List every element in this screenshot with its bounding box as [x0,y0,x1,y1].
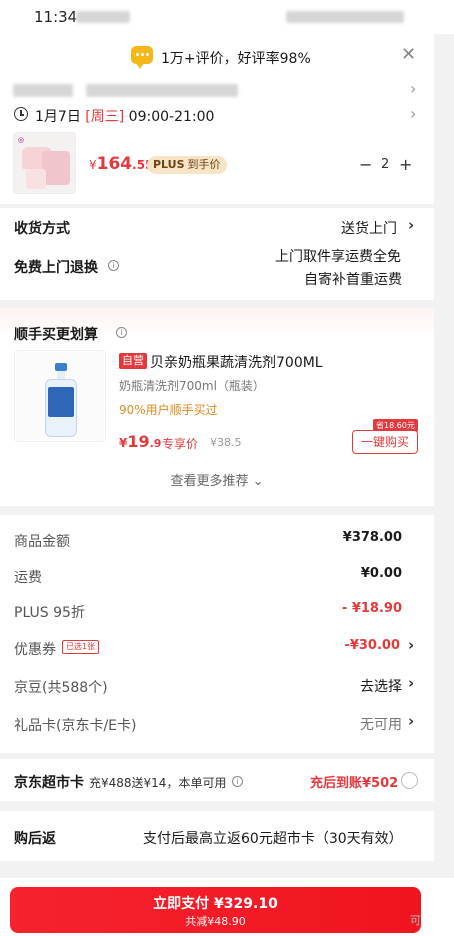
cashback-label: 购后返 [14,831,56,847]
pay-discount-label: 共减¥48.90 [185,915,246,928]
exclusive-price-tag: 专享价 [162,437,199,451]
rec-price-integer: 19 [127,432,150,451]
supermarket-card-title: 京东超市卡 [14,775,84,791]
gift-card-label: 礼品卡(京东卡/E卡) [14,718,137,734]
plus-discount-value: - ¥18.90 [341,601,402,616]
plus-price-badge: PLUS 到手价 [147,156,227,174]
shipping-card: 收货方式 送货上门 › 免费上门退换 i 上门取件享运费全免 自寄补首重运费 [0,208,434,300]
chat-bubble-icon [131,46,153,69]
pay-now-label: 立即支付 ¥329.10 [153,896,278,912]
price-currency: ¥ [89,158,97,172]
goods-amount-label: 商品金额 [14,534,70,550]
pay-now-button[interactable]: 立即支付 ¥329.10 共减¥48.90 [10,887,421,933]
jd-bean-value[interactable]: 去选择 [360,676,402,696]
original-price: ¥38.5 [210,436,242,449]
price-summary-card: 商品金额 ¥378.00 运费 ¥0.00 PLUS 95折 - ¥18.90 … [0,515,434,753]
self-operated-tag: 自营 [119,353,147,369]
supermarket-card-row: 京东超市卡 充¥488送¥14，本单可用 i 充后到账¥502 [0,759,434,801]
recommend-product-name[interactable]: 贝亲奶瓶果蔬清洗剂700ML [150,352,323,372]
review-toast: 1万+评价，好评率98% ✕ [0,34,434,78]
free-return-line2: 自寄补首重运费 [304,272,402,288]
cashback-text: 支付后最高立返60元超市卡（30天有效） [143,831,403,847]
one-click-buy-button[interactable]: 一键购买 [352,430,418,454]
plus-label: PLUS [153,158,185,171]
supermarket-radio[interactable] [401,772,418,789]
gift-card-value[interactable]: 无可用 [360,714,402,734]
gift-card-chevron-icon[interactable]: › [408,712,414,730]
plus-discount-label: PLUS 95折 [14,605,85,621]
quantity-plus-button[interactable]: + [399,155,412,174]
recommend-info-icon[interactable]: i [116,327,127,338]
free-return-label: 免费上门退换 [14,260,98,276]
address-name-blurred [13,84,73,97]
delivery-time[interactable]: 1月7日 [周三] 09:00-21:00 [35,106,214,126]
supermarket-card-desc: 充¥488送¥14，本单可用 [89,776,227,790]
coupon-value[interactable]: -¥30.00 [344,638,400,653]
delivery-weekday: [周三] [85,109,125,125]
coupon-chevron-icon[interactable]: › [408,636,414,654]
price-integer: 164 [96,154,133,174]
product-price: ¥164.55 [89,154,153,174]
shipping-chevron-icon[interactable]: › [408,216,414,234]
coupon-selected-tag: 已选1张 [62,640,100,654]
recommend-price: ¥19.9 [119,432,161,451]
status-blur-right [286,11,404,23]
info-icon[interactable]: i [108,260,119,271]
recommend-card: 顺手买更划算 i 自营 贝亲奶瓶果蔬清洗剂700ML 奶瓶清洗剂700ml（瓶装… [0,308,434,506]
recommend-product-spec: 奶瓶清洗剂700ml（瓶装） [119,379,265,393]
plus-text: 到手价 [187,158,221,171]
goods-amount-value: ¥378.00 [342,530,402,545]
chevron-down-icon: ⌄ [248,474,264,489]
side-hint-text: 可 [410,914,421,927]
status-time: 11:34 [34,8,78,26]
shipping-method-value[interactable]: 送货上门 [341,218,397,238]
delivery-hours: 09:00-21:00 [128,109,215,125]
freight-label: 运费 [14,570,42,586]
shipping-method-label: 收货方式 [14,221,70,237]
address-chevron-icon[interactable]: › [410,79,416,98]
close-icon[interactable]: ✕ [401,44,416,65]
cashback-row: 购后返 支付后最高立返60元超市卡（30天有效） [0,811,434,861]
delivery-date: 1月7日 [35,109,81,125]
freight-value: ¥0.00 [360,566,402,581]
free-return-line1: 上门取件享运费全免 [275,249,401,265]
recommend-title: 顺手买更划算 [14,327,98,343]
rec-price-decimal: .9 [149,437,162,450]
footer-bar: 立即支付 ¥329.10 共减¥48.90 可 [0,878,454,936]
supermarket-info-icon[interactable]: i [232,776,243,787]
quantity-value[interactable]: 2 [381,157,389,172]
jd-bean-chevron-icon[interactable]: › [408,674,414,692]
supermarket-card-action[interactable]: 充后到账¥502 [310,772,398,791]
recommend-product-image[interactable] [14,350,106,442]
status-bar: 11:34 [0,0,454,34]
delivery-chevron-icon[interactable]: › [410,104,416,123]
clock-icon [14,107,28,121]
more-recommend-text: 查看更多推荐 [170,474,249,489]
recommend-buyers-text: 90%用户顺手买过 [119,403,218,417]
review-toast-text: 1万+评价，好评率98% [161,51,311,67]
quantity-minus-button[interactable]: − [359,155,372,174]
jd-bean-label: 京豆(共588个) [14,680,108,696]
product-image[interactable]: ◎ [13,132,76,194]
status-blur-left [76,11,130,23]
coupon-label: 优惠券 [14,642,56,658]
address-detail-blurred [86,84,238,97]
more-recommend-link[interactable]: 查看更多推荐 ⌄ [0,470,434,489]
quantity-stepper: − 2 + [353,152,419,178]
